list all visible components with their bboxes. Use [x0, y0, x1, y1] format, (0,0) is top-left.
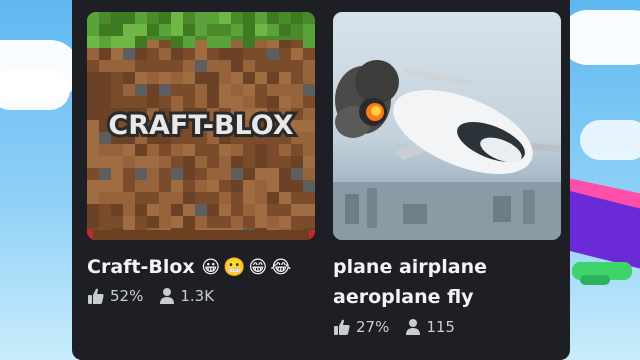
rating-value: 52%	[110, 287, 144, 305]
person-icon	[406, 319, 421, 335]
rating-value: 27%	[356, 318, 390, 336]
game-card-craft-blox[interactable]: CRAFT-BLOX CRAFT-BLOX Craft-Blox 😀😬😁😂 52…	[87, 12, 315, 305]
players-stat: 115	[405, 318, 455, 336]
person-icon	[160, 288, 175, 304]
game-title[interactable]: plane airplane aeroplane fly	[333, 252, 561, 312]
background-cloud	[580, 120, 640, 160]
game-title[interactable]: Craft-Blox 😀😬😁😂	[87, 252, 315, 283]
plane-thumbnail-image	[333, 12, 561, 240]
players-value: 1.3K	[180, 287, 215, 305]
background-obby-platform	[580, 275, 610, 285]
game-card-plane-airplane[interactable]: plane airplane aeroplane fly 27% 115	[333, 12, 561, 336]
thumbs-up-icon	[88, 288, 104, 304]
background-cloud	[0, 70, 70, 110]
background-cloud	[560, 10, 640, 65]
rating-stat: 52%	[87, 287, 143, 305]
game-stats: 52% 1.3K	[87, 287, 315, 305]
players-value: 115	[426, 318, 455, 336]
game-title-text: plane airplane aeroplane fly	[333, 256, 488, 308]
game-title-emojis: 😀😬😁😂	[201, 257, 295, 278]
game-thumbnail[interactable]: CRAFT-BLOX CRAFT-BLOX	[87, 12, 315, 240]
rating-stat: 27%	[333, 318, 389, 336]
game-title-text: Craft-Blox	[87, 256, 195, 278]
players-stat: 1.3K	[159, 287, 214, 305]
craft-blox-thumbnail-image: CRAFT-BLOX CRAFT-BLOX	[87, 12, 315, 240]
game-list-panel: CRAFT-BLOX CRAFT-BLOX Craft-Blox 😀😬😁😂 52…	[72, 0, 570, 360]
game-stats: 27% 115	[333, 318, 561, 336]
game-thumbnail[interactable]	[333, 12, 561, 240]
craft-blox-logo-text: CRAFT-BLOX	[108, 110, 293, 141]
thumbs-up-icon	[334, 319, 350, 335]
